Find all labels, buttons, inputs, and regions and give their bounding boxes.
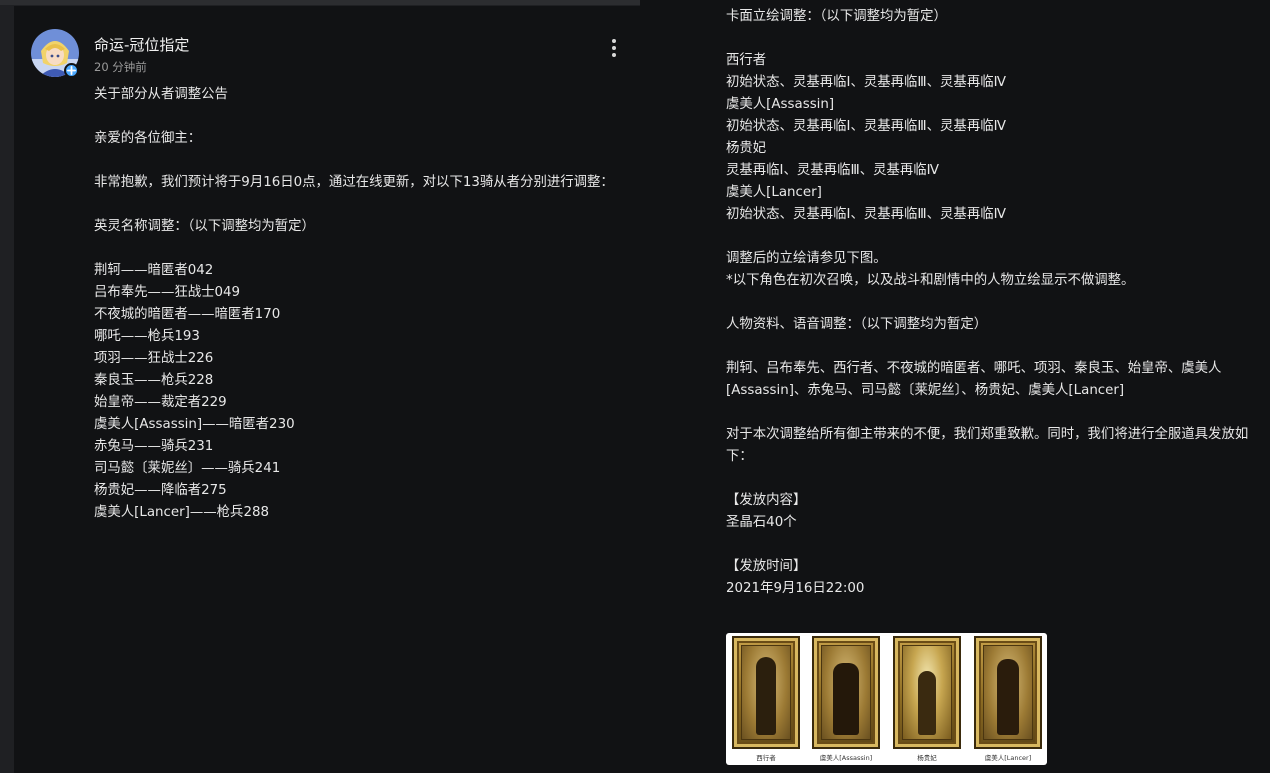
text-line: 荆轲——暗匿者042 [94,263,214,278]
text-line: 初始状态、灵基再临Ⅰ、灵基再临Ⅲ、灵基再临Ⅳ [726,119,1006,134]
text-line: 虞美人[Lancer]——枪兵288 [94,505,269,520]
text-line: 哪吒——枪兵193 [94,329,200,344]
post-panel-right: 卡面立绘调整：（以下调整均为暂定） 西行者 初始状态、灵基再临Ⅰ、灵基再临Ⅲ、灵基再… [640,0,1270,773]
text-line: 人物资料、语音调整：（以下调整均为暂定） [726,317,988,332]
top-divider [0,0,640,5]
text-line: 荆轲、吕布奉先、西行者、不夜城的暗匿者、哪吒、项羽、秦良玉、始皇帝、虞美人[As… [726,361,1222,398]
text-line: 虞美人[Assassin]——暗匿者230 [94,417,295,432]
text-line: 卡面立绘调整：（以下调整均为暂定） [726,9,947,24]
portrait-image[interactable]: 西行者 虞美人[Assassin] 杨贵妃 虞美人[Lancer] [726,633,1047,765]
text-line: 虞美人[Assassin] [726,97,835,112]
text-line: 调整后的立绘请参见下图。 [726,251,887,266]
text-line: 初始状态、灵基再临Ⅰ、灵基再临Ⅲ、灵基再临Ⅳ [726,207,1006,222]
post-body-left: 关于部分从者调整公告 亲爱的各位御主： 非常抱歉，我们预计将于9月16日0点，通过在… [94,84,622,524]
tarot-card [812,636,880,749]
text-line: 【发放内容】 [726,493,807,508]
text-line: 杨贵妃——降临者275 [94,483,227,498]
card-caption: 杨贵妃 [917,754,937,762]
card-caption: 虞美人[Lancer] [984,754,1032,762]
text-line: 不夜城的暗匿者——暗匿者170 [94,307,281,322]
card-caption: 西行者 [756,754,776,762]
post-time: 20 分钟前 [94,60,147,74]
more-vertical-icon[interactable] [604,36,624,60]
tarot-card [974,636,1042,749]
text-line: 2021年9月16日22:00 [726,581,865,596]
text-line: 吕布奉先——狂战士049 [94,285,241,300]
author-name[interactable]: 命运-冠位指定 [94,34,189,55]
text-line: 初始状态、灵基再临Ⅰ、灵基再临Ⅲ、灵基再临Ⅳ [726,75,1006,90]
text-line: 亲爱的各位御主： [94,131,202,146]
text-line: 英灵名称调整：（以下调整均为暂定） [94,219,315,234]
tarot-card [893,636,961,749]
text-line: 司马懿〔莱妮丝〕——骑兵241 [94,461,281,476]
text-line: 对于本次调整给所有御主带来的不便，我们郑重致歉。同时，我们将进行全服道具发放如下… [726,427,1249,464]
text-line: 灵基再临Ⅰ、灵基再临Ⅲ、灵基再临Ⅳ [726,163,940,178]
text-line: 关于部分从者调整公告 [94,87,228,102]
text-line: 圣晶石40个 [726,515,797,530]
text-line: 虞美人[Lancer] [726,185,822,200]
post-body-right: 卡面立绘调整：（以下调整均为暂定） 西行者初始状态、灵基再临Ⅰ、灵基再临Ⅲ、灵基再… [726,6,1256,600]
text-line: 始皇帝——裁定者229 [94,395,227,410]
text-line: 杨贵妃 [726,141,767,156]
text-line: 非常抱歉，我们预计将于9月16日0点，通过在线更新，对以下13骑从者分别进行调整… [94,175,614,190]
text-line: 赤兔马——骑兵231 [94,439,214,454]
tarot-card [732,636,800,749]
text-line: 秦良玉——枪兵228 [94,373,214,388]
text-line: 项羽——狂战士226 [94,351,214,366]
post-panel-left: 命运-冠位指定 20 分钟前 关于部分从者调整公告 亲爱的各位御主： 非常抱歉，我们… [14,6,640,773]
card-caption: 虞美人[Assassin] [819,754,873,762]
text-line: 西行者 [726,53,767,68]
verified-badge-icon [64,63,79,78]
text-line: *以下角色在初次召唤，以及战斗和剧情中的人物立绘显示不做调整。 [726,273,1135,288]
text-line: 【发放时间】 [726,559,807,574]
